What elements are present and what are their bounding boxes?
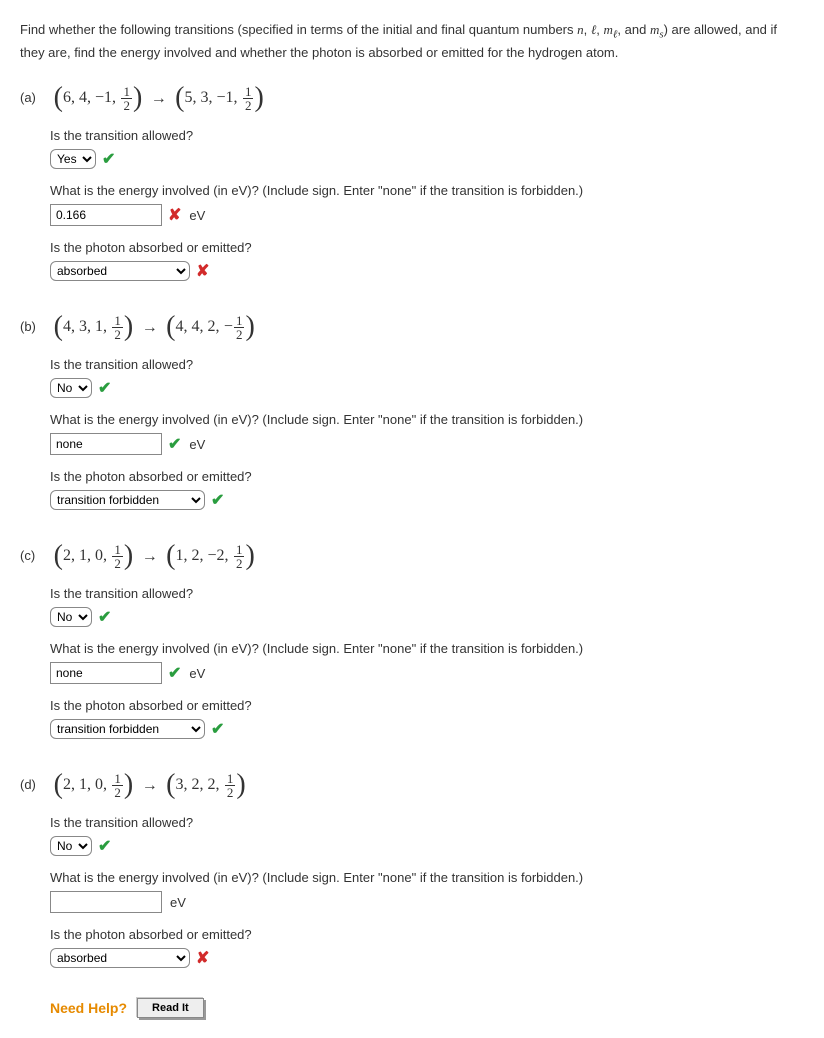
part-a-q2-unit: eV <box>189 208 205 223</box>
part-b-q1-label: Is the transition allowed? <box>50 357 804 372</box>
intro-text-1: Find whether the following transitions (… <box>20 22 577 37</box>
part-a-q1-label: Is the transition allowed? <box>50 128 804 143</box>
part-c-q2-input[interactable] <box>50 662 162 684</box>
qn-and: , and <box>617 22 650 37</box>
part-c-initial: 2, 1, 0, <box>63 548 107 565</box>
part-a-q3-select[interactable]: absorbed <box>50 261 190 281</box>
check-icon: ✔ <box>211 719 224 739</box>
part-c-q2-unit: eV <box>189 666 205 681</box>
part-d-q2-input[interactable] <box>50 891 162 913</box>
part-d-q1-label: Is the transition allowed? <box>50 815 804 830</box>
part-b-transition: (4, 3, 1, 12) → (4, 4, 2, −12) <box>54 311 255 343</box>
qn-n: n <box>577 22 584 37</box>
read-it-button[interactable]: Read It <box>137 998 204 1018</box>
part-c-q3-select[interactable]: transition forbidden <box>50 719 205 739</box>
problem-intro: Find whether the following transitions (… <box>20 20 804 62</box>
qn-ms-m: m <box>650 22 659 37</box>
part-c-q1-select[interactable]: No <box>50 607 92 627</box>
part-a-q2-input[interactable] <box>50 204 162 226</box>
part-c-q1-label: Is the transition allowed? <box>50 586 804 601</box>
part-b: (b) (4, 3, 1, 12) → (4, 4, 2, −12) Is th… <box>20 311 804 510</box>
part-c-transition: (2, 1, 0, 12) → (1, 2, −2, 12) <box>54 540 255 572</box>
part-a-transition: (6, 4, −1, 12) → (5, 3, −1, 12) <box>54 82 264 114</box>
part-b-q2-unit: eV <box>189 437 205 452</box>
x-icon: ✘ <box>196 261 209 281</box>
part-b-q1-select[interactable]: No <box>50 378 92 398</box>
part-c-q2-label: What is the energy involved (in eV)? (In… <box>50 641 804 656</box>
qn-ml-m: m <box>604 22 613 37</box>
part-d-final: 3, 2, 2, <box>175 777 219 794</box>
part-a-q2-label: What is the energy involved (in eV)? (In… <box>50 183 804 198</box>
check-icon: ✔ <box>98 607 111 627</box>
part-b-label: (b) <box>20 311 50 334</box>
part-b-initial: 4, 3, 1, <box>63 319 107 336</box>
x-icon: ✘ <box>196 948 209 968</box>
check-icon: ✔ <box>168 434 181 454</box>
part-a-initial: 6, 4, −1, <box>63 90 116 107</box>
part-c-final: 1, 2, −2, <box>175 548 228 565</box>
check-icon: ✔ <box>102 149 115 169</box>
need-help-row: Need Help? Read It <box>50 998 804 1018</box>
part-b-final: 4, 4, 2, <box>175 319 219 336</box>
part-a-final: 5, 3, −1, <box>185 90 238 107</box>
part-b-q3-select[interactable]: transition forbidden <box>50 490 205 510</box>
part-d-transition: (2, 1, 0, 12) → (3, 2, 2, 12) <box>54 769 246 801</box>
part-d-label: (d) <box>20 769 50 792</box>
part-c-label: (c) <box>20 540 50 563</box>
part-d: (d) (2, 1, 0, 12) → (3, 2, 2, 12) Is the… <box>20 769 804 968</box>
part-b-q3-label: Is the photon absorbed or emitted? <box>50 469 804 484</box>
need-help-label: Need Help? <box>50 1000 127 1016</box>
part-a-label: (a) <box>20 82 50 105</box>
part-a: (a) (6, 4, −1, 12) → (5, 3, −1, 12) Is t… <box>20 82 804 281</box>
part-a-q1-select[interactable]: Yes <box>50 149 96 169</box>
part-d-q3-select[interactable]: absorbed <box>50 948 190 968</box>
part-d-q2-unit: eV <box>170 895 186 910</box>
part-c-q3-label: Is the photon absorbed or emitted? <box>50 698 804 713</box>
part-d-initial: 2, 1, 0, <box>63 777 107 794</box>
part-b-q2-label: What is the energy involved (in eV)? (In… <box>50 412 804 427</box>
qn-l: ℓ <box>591 22 596 37</box>
part-d-q1-select[interactable]: No <box>50 836 92 856</box>
part-d-q2-label: What is the energy involved (in eV)? (In… <box>50 870 804 885</box>
check-icon: ✔ <box>168 663 181 683</box>
part-c: (c) (2, 1, 0, 12) → (1, 2, −2, 12) Is th… <box>20 540 804 739</box>
check-icon: ✔ <box>211 490 224 510</box>
x-icon: ✘ <box>168 205 181 225</box>
check-icon: ✔ <box>98 378 111 398</box>
part-b-q2-input[interactable] <box>50 433 162 455</box>
check-icon: ✔ <box>98 836 111 856</box>
part-a-q3-label: Is the photon absorbed or emitted? <box>50 240 804 255</box>
part-d-q3-label: Is the photon absorbed or emitted? <box>50 927 804 942</box>
